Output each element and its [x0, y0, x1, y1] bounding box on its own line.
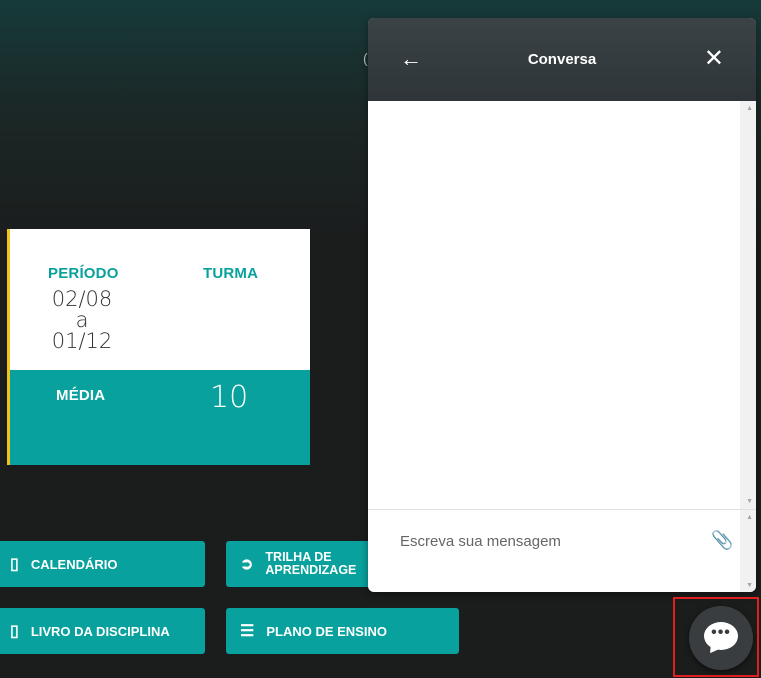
chat-title: Conversa: [527, 51, 597, 68]
plano-label: PLANO DE ENSINO: [266, 623, 387, 639]
course-info-card: PERÍODO 02/08 a 01/12 TURMA MÉDIA 10: [7, 229, 310, 465]
media-label: MÉDIA: [56, 387, 106, 404]
periodo-value: 02/08 a 01/12: [42, 289, 122, 352]
chat-footer: 📎 ▲ ▼: [368, 509, 756, 592]
media-row: MÉDIA 10: [10, 370, 310, 465]
chat-fab-button[interactable]: •••: [689, 606, 753, 670]
chat-header: ← Conversa ✕: [368, 18, 756, 101]
trilha-label-line2: APRENDIZAGE: [265, 563, 357, 577]
input-scroll-down-icon[interactable]: ▼: [746, 582, 753, 589]
periodo-value-line2: 01/12: [51, 329, 113, 353]
media-value: 10: [210, 380, 249, 415]
book-icon: ▯: [10, 623, 19, 640]
turma-label: TURMA: [203, 265, 259, 282]
paperclip-icon[interactable]: 📎: [711, 530, 733, 551]
background-text-fragment: (: [363, 50, 368, 66]
calendario-label: CALENDÁRIO: [30, 556, 118, 572]
list-icon: ☰: [240, 623, 255, 640]
message-input[interactable]: [398, 532, 682, 551]
chat-messages-area[interactable]: ▲ ▼: [368, 101, 756, 509]
input-scroll-up-icon[interactable]: ▲: [746, 514, 753, 521]
plano-button[interactable]: ☰ PLANO DE ENSINO: [226, 608, 459, 654]
scroll-down-icon[interactable]: ▼: [746, 498, 753, 505]
close-icon[interactable]: ✕: [704, 44, 724, 73]
input-scrollbar[interactable]: ▲ ▼: [740, 510, 756, 592]
chat-panel: ← Conversa ✕ ▲ ▼ 📎 ▲ ▼: [368, 18, 756, 592]
periodo-value-line1: 02/08 a: [51, 287, 113, 332]
arrow-circle-right-icon: ➲: [240, 556, 254, 573]
calendar-icon: ▯: [10, 556, 19, 573]
dots-icon: •••: [711, 624, 731, 641]
calendario-button[interactable]: ▯ CALENDÁRIO: [0, 541, 205, 587]
trilha-button[interactable]: ➲ TRILHA DE APRENDIZAGE: [226, 541, 386, 587]
periodo-label: PERÍODO: [48, 265, 119, 282]
scroll-up-icon[interactable]: ▲: [746, 105, 753, 112]
livro-label: LIVRO DA DISCIPLINA: [30, 623, 170, 639]
messages-scrollbar[interactable]: ▲ ▼: [740, 101, 756, 509]
livro-button[interactable]: ▯ LIVRO DA DISCIPLINA: [0, 608, 205, 654]
